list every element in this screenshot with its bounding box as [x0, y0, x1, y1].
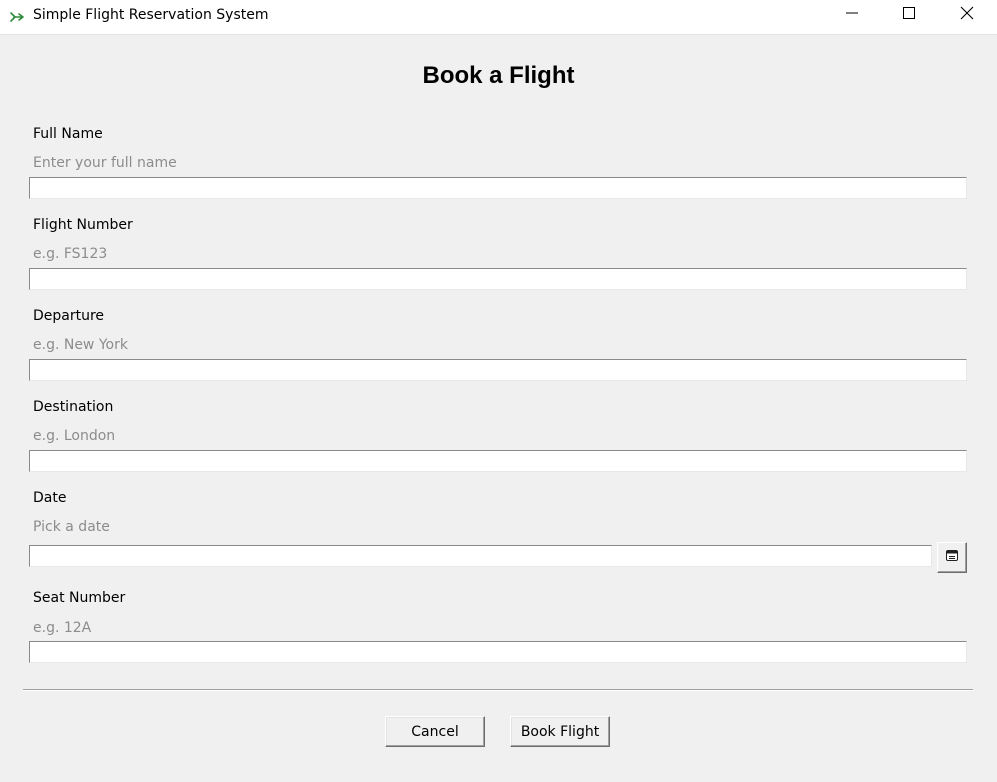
minimize-button[interactable]	[829, 0, 875, 30]
close-button[interactable]	[944, 0, 990, 30]
date-label: Date	[33, 490, 67, 506]
flight-number-hint: e.g. FS123	[33, 246, 108, 262]
destination-hint: e.g. London	[33, 428, 116, 444]
flight-number-label: Flight Number	[33, 217, 133, 233]
title-bar[interactable]: Simple Flight Reservation System	[0, 0, 997, 35]
date-hint: Pick a date	[33, 519, 110, 535]
seat-number-input[interactable]	[29, 641, 967, 663]
full-name-label: Full Name	[33, 126, 103, 142]
seat-number-label: Seat Number	[33, 590, 126, 606]
departure-label: Departure	[33, 308, 105, 324]
departure-hint: e.g. New York	[33, 337, 128, 353]
page-title: Book a Flight	[422, 62, 575, 89]
separator	[23, 689, 973, 691]
departure-input[interactable]	[29, 359, 967, 381]
flight-number-input[interactable]	[29, 268, 967, 290]
full-name-hint: Enter your full name	[33, 155, 177, 171]
seat-number-hint: e.g. 12A	[33, 620, 92, 636]
maximize-icon	[903, 7, 915, 23]
calendar-icon	[946, 550, 958, 565]
destination-input[interactable]	[29, 450, 967, 472]
minimize-icon	[846, 7, 858, 23]
date-picker-button[interactable]	[937, 542, 967, 573]
date-input[interactable]	[29, 545, 932, 567]
maximize-button[interactable]	[886, 0, 932, 30]
window-title: Simple Flight Reservation System	[33, 7, 269, 23]
app-window: Simple Flight Reservation System Book a …	[0, 0, 997, 782]
plane-icon	[9, 9, 25, 25]
book-flight-button[interactable]: Book Flight	[510, 716, 610, 747]
close-icon	[960, 6, 974, 24]
full-name-input[interactable]	[29, 177, 967, 199]
destination-label: Destination	[33, 399, 114, 415]
cancel-button[interactable]: Cancel	[385, 716, 485, 747]
